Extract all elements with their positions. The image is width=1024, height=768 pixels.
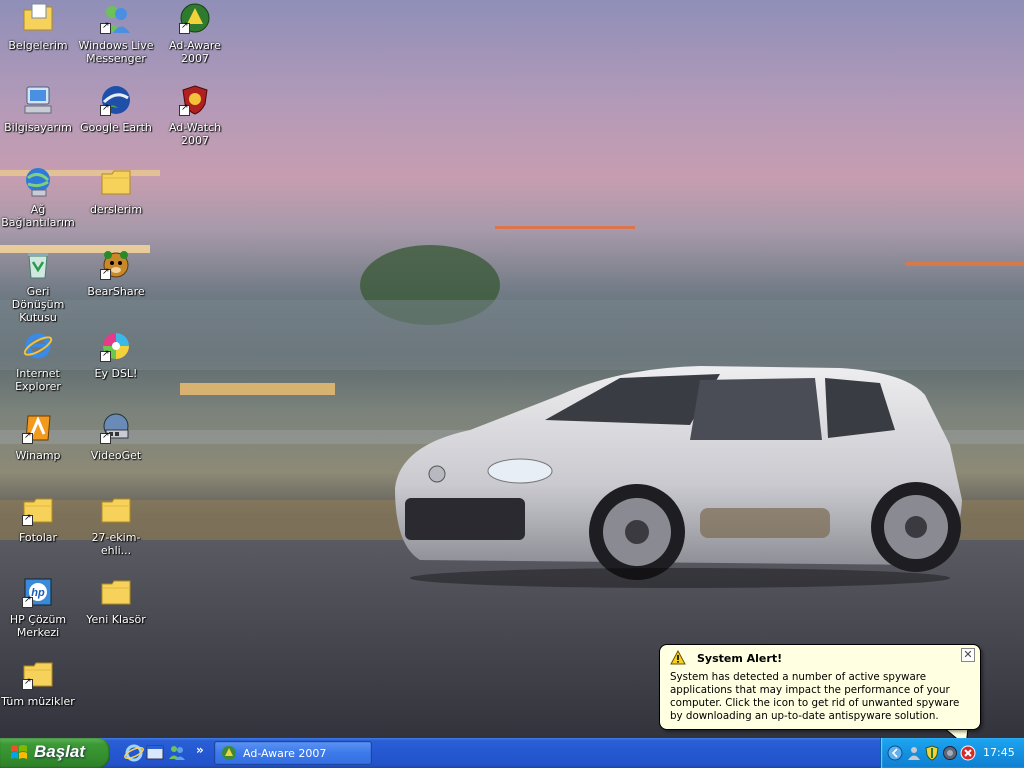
shortcut-arrow-icon: [179, 103, 190, 116]
desktop-icon[interactable]: Ad-Watch 2007: [157, 84, 233, 164]
start-label: Başlat: [34, 742, 86, 761]
taskbar-button-ad-aware[interactable]: Ad-Aware 2007: [214, 741, 372, 765]
balloon-message: System has detected a number of active s…: [670, 671, 960, 722]
desktop-icon-label: Winamp: [15, 449, 61, 462]
my-computer-icon: [24, 86, 52, 114]
desktop-icon[interactable]: Internet Explorer: [0, 330, 76, 410]
shortcut-arrow-icon: [22, 595, 33, 608]
expand-tray-icon[interactable]: [887, 745, 903, 761]
desktop-icon-label: 27-ekim-ehli...: [91, 531, 141, 557]
quick-launch: »: [120, 742, 210, 764]
shortcut-arrow-icon: [100, 103, 111, 116]
desktop-icon[interactable]: Winamp: [0, 412, 76, 492]
start-button[interactable]: Başlat: [0, 738, 110, 768]
svg-text:hp: hp: [31, 587, 45, 599]
desktop-icon[interactable]: Geri Dönüşüm Kutusu: [0, 248, 76, 328]
taskbar-button-label: Ad-Aware 2007: [243, 747, 327, 760]
user-icon[interactable]: [906, 745, 922, 761]
desktop-icon[interactable]: Tüm müzikler: [0, 658, 76, 738]
desktop-icon[interactable]: VideoGet: [78, 412, 154, 492]
shortcut-arrow-icon: [22, 513, 33, 526]
quick-launch-more-button[interactable]: »: [196, 743, 204, 757]
desktop-icon-label: Internet Explorer: [15, 367, 61, 393]
desktop-icon[interactable]: Windows Live Messenger: [78, 2, 154, 82]
show-desktop-icon[interactable]: [144, 742, 166, 764]
spyware-alert-icon[interactable]: [960, 745, 976, 761]
clock[interactable]: 17:45: [983, 746, 1015, 759]
desktop-icon[interactable]: 27-ekim-ehli...: [78, 494, 154, 574]
shortcut-arrow-icon: [22, 677, 33, 690]
folder-icon: [101, 580, 131, 605]
recycle-bin-icon: [28, 253, 48, 279]
desktop-icon-label: HP Çözüm Merkezi: [9, 613, 67, 639]
desktop-icon-label: Google Earth: [80, 121, 152, 134]
folder-icon: [101, 498, 131, 523]
desktop-icon-label: Ey DSL!: [94, 367, 138, 380]
shortcut-arrow-icon: [100, 431, 111, 444]
taskbar: Başlat » Ad-Aware 2007 17:45: [0, 738, 1024, 768]
desktop-icon-label: Ad-Aware 2007: [169, 39, 221, 65]
desktop-icon[interactable]: derslerim: [78, 166, 154, 246]
desktop-icon-label: Yeni Klasör: [86, 613, 146, 626]
shortcut-arrow-icon: [100, 267, 111, 280]
desktop-icon[interactable]: Ad-Aware 2007: [157, 2, 233, 82]
security-shield-icon[interactable]: [924, 745, 940, 761]
desktop-icon-label: Bilgisayarım: [4, 121, 72, 134]
ad-aware-icon: [222, 746, 236, 760]
internet-explorer-icon[interactable]: [123, 742, 145, 764]
desktop-icon[interactable]: Ey DSL!: [78, 330, 154, 410]
shortcut-arrow-icon: [179, 21, 190, 34]
desktop-icon-label: Ad-Watch 2007: [168, 121, 222, 147]
internet-explorer-icon: [23, 333, 53, 359]
desktop-icon[interactable]: Belgelerim: [0, 2, 76, 82]
network-connections-icon: [26, 168, 50, 197]
desktop-icon-label: Belgelerim: [8, 39, 68, 52]
messenger-icon[interactable]: [166, 742, 188, 764]
balloon-close-button[interactable]: ✕: [961, 648, 975, 662]
desktop-icon-label: Ağ Bağlantılarım: [1, 203, 75, 229]
system-tray: 17:45: [880, 738, 1024, 768]
desktop-icon-label: VideoGet: [90, 449, 142, 462]
desktop-icon-label: Fotolar: [18, 531, 58, 544]
desktop-icon-label: Windows Live Messenger: [78, 39, 154, 65]
balloon-title: System Alert!: [697, 652, 783, 665]
shortcut-arrow-icon: [100, 21, 111, 34]
my-documents-folder-icon: [23, 3, 53, 31]
desktop-icon[interactable]: hp HP Çözüm Merkezi: [0, 576, 76, 656]
desktop-icon[interactable]: Fotolar: [0, 494, 76, 574]
desktop-icon[interactable]: Yeni Klasör: [78, 576, 154, 656]
folder-icon: [101, 170, 131, 195]
shortcut-arrow-icon: [22, 431, 33, 444]
desktop-icon-label: Tüm müzikler: [1, 695, 75, 708]
network-globe-icon[interactable]: [942, 745, 958, 761]
desktop-icon[interactable]: BearShare: [78, 248, 154, 328]
shortcut-arrow-icon: [100, 349, 111, 362]
desktop-icon-label: BearShare: [87, 285, 145, 298]
desktop-icon-label: Geri Dönüşüm Kutusu: [11, 285, 65, 324]
system-alert-balloon[interactable]: System Alert! ✕ System has detected a nu…: [659, 644, 981, 730]
desktop-icon[interactable]: Ağ Bağlantılarım: [0, 166, 76, 246]
desktop-icon-label: derslerim: [89, 203, 143, 216]
desktop-icon[interactable]: Google Earth: [78, 84, 154, 164]
windows-logo-icon: [11, 745, 27, 759]
warning-icon: [670, 650, 686, 665]
desktop-icon[interactable]: Bilgisayarım: [0, 84, 76, 164]
